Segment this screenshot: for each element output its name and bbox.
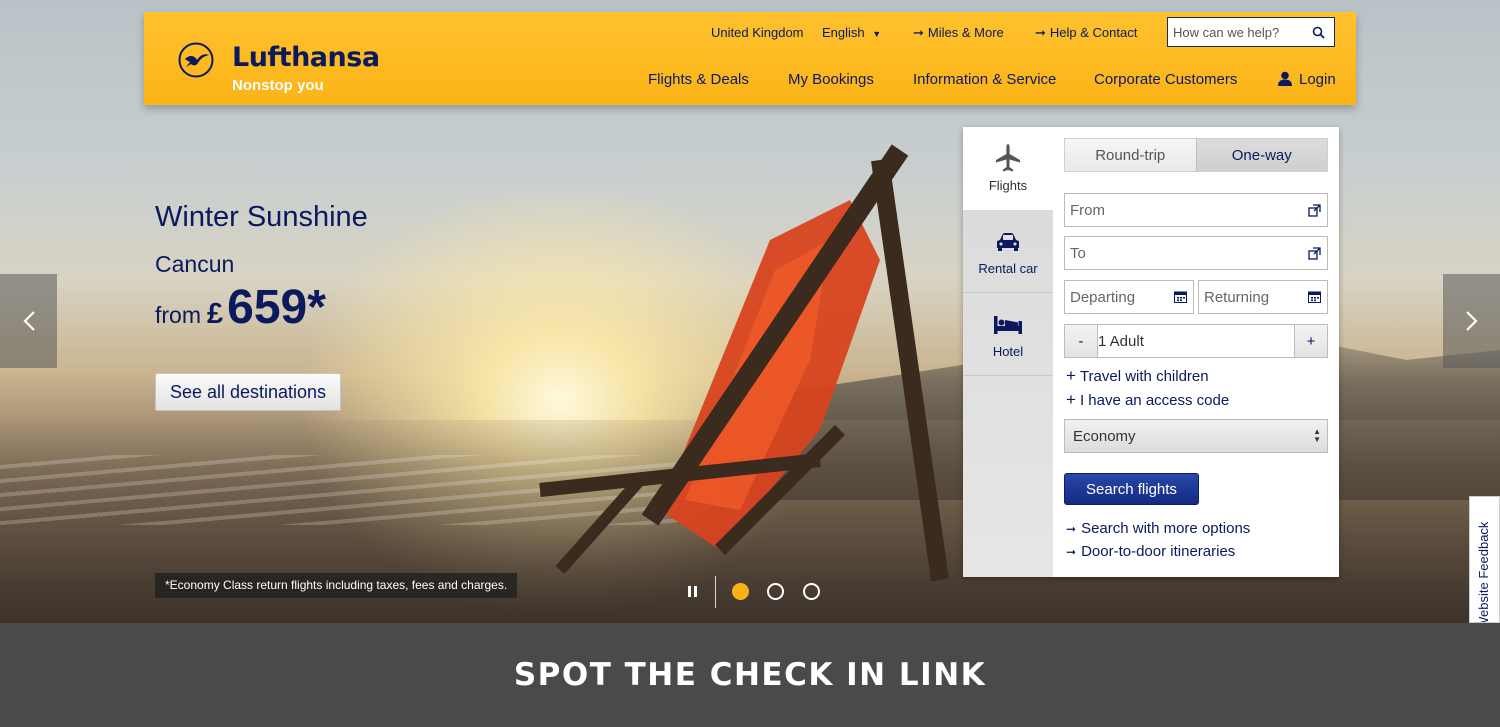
lufthansa-crane-logo[interactable] [178,42,214,78]
cabin-class-value: Economy [1073,427,1136,445]
calendar-icon[interactable] [1173,290,1187,304]
tab-flights-label: Flights [988,178,1028,193]
brand-name[interactable]: Lufthansa [232,42,380,73]
slide-dot-1[interactable] [732,583,749,600]
returning-date-field[interactable]: Returning [1198,280,1328,314]
to-field[interactable]: To [1064,236,1328,270]
departing-date-field[interactable]: Departing [1064,280,1194,314]
one-way-option[interactable]: One-way [1195,139,1327,171]
search-flights-button[interactable]: Search flights [1064,473,1199,505]
deck-chair-image [539,144,949,582]
help-contact-label: Help & Contact [1049,25,1138,40]
arrow-right-icon: ➞ [1066,545,1077,559]
language-label: English [822,25,865,40]
round-trip-option[interactable]: Round-trip [1065,139,1196,171]
pause-slideshow-button[interactable] [686,585,700,599]
previous-slide-button[interactable] [0,274,57,368]
next-slide-button[interactable] [1443,274,1500,368]
trip-type-toggle: Round-trip One-way [1064,138,1328,172]
miles-more-link[interactable]: ➞ Miles & More [913,25,1004,41]
airplane-icon [963,143,1053,173]
search-more-options-link[interactable]: ➞ Search with more options [1066,520,1250,537]
search-input[interactable] [1168,24,1306,40]
calendar-icon[interactable] [1307,290,1321,304]
external-window-icon[interactable] [1307,203,1321,217]
search-icon[interactable] [1306,20,1330,44]
price-amount: 659* [227,281,326,334]
site-header: Lufthansa Nonstop you United Kingdom Eng… [144,12,1356,105]
promo-title: Winter Sunshine [155,201,368,233]
nav-corporate-customers[interactable]: Corporate Customers [1094,71,1237,88]
chevron-right-icon [1465,311,1478,331]
from-field[interactable]: From [1064,193,1328,227]
access-code-label: I have an access code [1079,392,1230,409]
booking-widget: Flights Rental car Hotel Round-trip One-… [963,127,1339,577]
door-to-door-link[interactable]: ➞ Door-to-door itineraries [1066,543,1235,560]
travel-with-children-link[interactable]: + Travel with children [1066,366,1209,386]
door-to-door-label: Door-to-door itineraries [1081,543,1236,560]
returning-placeholder: Returning [1204,288,1270,306]
promo-price: from £659* [155,280,326,335]
access-code-link[interactable]: + I have an access code [1066,390,1229,410]
departing-placeholder: Departing [1070,288,1136,306]
tab-hotel-label: Hotel [992,344,1024,359]
website-feedback-tab[interactable]: Website Feedback [1469,496,1500,623]
arrow-right-icon: ➞ [1066,522,1077,536]
website-feedback-label: Website Feedback [1476,521,1491,623]
nav-information-service[interactable]: Information & Service [913,71,1056,88]
bed-icon [963,315,1053,335]
external-window-icon[interactable] [1307,246,1321,260]
price-currency: £ [207,298,224,330]
chevron-left-icon [22,311,35,331]
price-disclaimer: *Economy Class return flights including … [155,573,518,598]
nav-flights-deals[interactable]: Flights & Deals [648,71,749,88]
user-icon [1278,71,1292,86]
slide-dot-2[interactable] [767,583,784,600]
search-more-options-label: Search with more options [1081,520,1251,537]
chevron-down-icon: ▼ [872,29,882,39]
booking-tabs: Flights Rental car Hotel [963,127,1054,577]
nav-my-bookings[interactable]: My Bookings [788,71,874,88]
miles-more-label: Miles & More [927,25,1004,40]
country-selector[interactable]: United Kingdom [711,25,804,40]
select-arrows-icon: ▲ ▼ [1313,427,1321,444]
slide-dot-3[interactable] [803,583,820,600]
from-placeholder: From [1070,201,1105,219]
tab-rental-car[interactable]: Rental car [963,210,1053,293]
arrow-right-icon: ➞ [913,25,924,40]
promo-destination: Cancun [155,251,235,277]
passenger-stepper: - 1 Adult + [1064,324,1328,358]
arrow-right-icon: ➞ [1035,25,1046,40]
decrease-passengers-button[interactable]: - [1065,325,1097,357]
site-search [1167,17,1335,47]
see-all-destinations-button[interactable]: See all destinations [155,373,341,411]
cabin-class-select[interactable]: Economy ▲ ▼ [1064,419,1328,453]
passenger-count[interactable]: 1 Adult [1097,325,1295,357]
help-contact-link[interactable]: ➞ Help & Contact [1035,25,1137,41]
price-from-label: from [155,302,201,328]
plus-icon: + [1066,366,1076,385]
brand-tagline: Nonstop you [232,77,324,94]
login-link[interactable]: Login [1277,71,1336,88]
tab-hotel[interactable]: Hotel [963,293,1053,376]
travel-with-children-label: Travel with children [1079,368,1209,385]
caption-banner: SPOT THE CHECK IN LINK [0,623,1500,727]
login-label: Login [1299,71,1336,88]
tab-rental-car-label: Rental car [978,261,1038,276]
plus-icon: + [1066,390,1076,409]
increase-passengers-button[interactable]: + [1295,325,1327,357]
to-placeholder: To [1070,244,1086,262]
tab-flights[interactable]: Flights [963,127,1054,210]
language-selector[interactable]: English ▼ [822,25,881,40]
car-icon [963,232,1053,252]
carousel-divider [715,576,716,608]
caption-text: SPOT THE CHECK IN LINK [513,657,987,693]
